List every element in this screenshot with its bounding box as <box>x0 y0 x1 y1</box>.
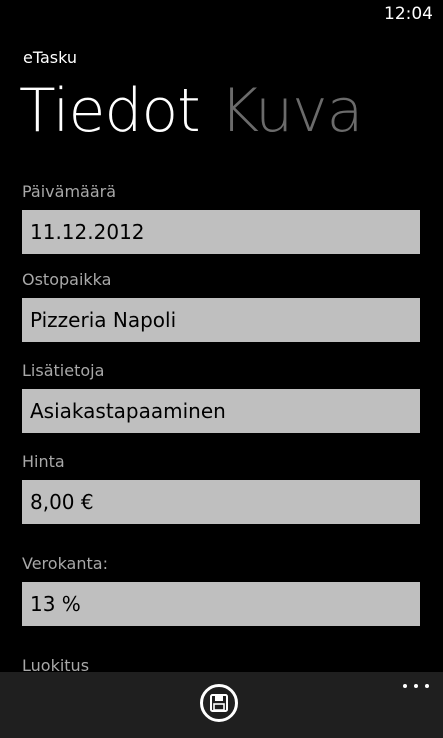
status-bar: 12:04 <box>0 0 443 30</box>
notes-input[interactable]: Asiakastapaaminen <box>22 389 420 433</box>
place-label: Ostopaikka <box>22 270 112 289</box>
notes-field: Lisätietoja Asiakastapaaminen <box>22 360 420 433</box>
more-options-button[interactable] <box>401 678 431 694</box>
pivot-tab-tiedot[interactable]: Tiedot <box>19 78 201 144</box>
classification-field: Luokitus <box>22 655 420 672</box>
place-field: Ostopaikka Pizzeria Napoli <box>22 269 420 342</box>
form-content[interactable]: Päivämäärä 11.12.2012 Ostopaikka Pizzeri… <box>0 180 443 672</box>
date-label: Päivämäärä <box>22 182 117 201</box>
date-field: Päivämäärä 11.12.2012 <box>22 181 420 254</box>
save-button[interactable] <box>200 684 238 722</box>
place-input[interactable]: Pizzeria Napoli <box>22 298 420 342</box>
tax-rate-input[interactable]: 13 % <box>22 582 420 626</box>
tax-rate-label: Verokanta: <box>22 554 108 573</box>
more-icon <box>403 684 407 688</box>
price-field: Hinta 8,00 € <box>22 451 420 524</box>
app-bar <box>0 672 443 738</box>
price-input[interactable]: 8,00 € <box>22 480 420 524</box>
app-title: eTasku <box>23 48 78 67</box>
classification-label: Luokitus <box>22 656 90 672</box>
status-time: 12:04 <box>384 4 433 24</box>
notes-label: Lisätietoja <box>22 361 105 380</box>
date-input[interactable]: 11.12.2012 <box>22 210 420 254</box>
pivot-header: Tiedot Kuva <box>19 78 364 144</box>
pivot-tab-kuva[interactable]: Kuva <box>220 78 364 144</box>
save-icon <box>210 694 228 712</box>
tax-rate-field: Verokanta: 13 % <box>22 553 420 626</box>
price-label: Hinta <box>22 452 65 471</box>
